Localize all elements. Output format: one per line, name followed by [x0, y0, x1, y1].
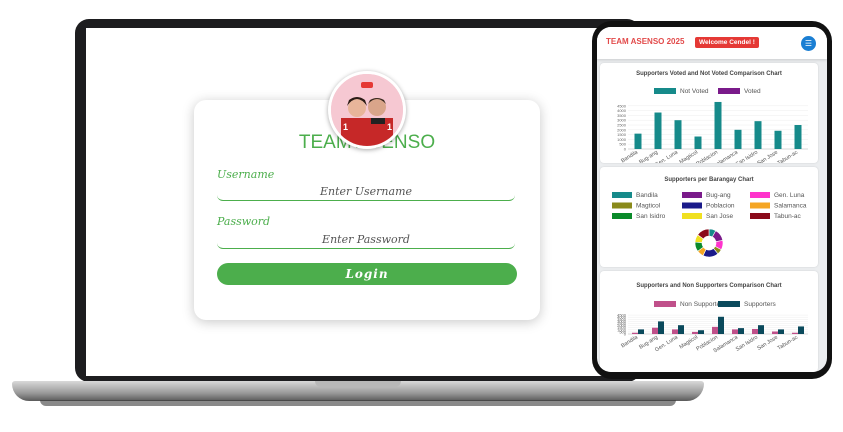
hamburger-icon[interactable]: ☰: [801, 36, 816, 51]
x-tick-label: Tabun-ac: [777, 334, 800, 351]
bar: [774, 130, 782, 149]
bar: [672, 329, 678, 334]
legend-swatch: [612, 213, 632, 219]
bar: [678, 325, 684, 334]
team-logo-avatar: 1 1: [328, 71, 406, 149]
x-tick-label: San Jose: [756, 150, 779, 163]
welcome-badge: Welcome Cendel !: [695, 37, 759, 48]
x-tick-label: Tabun-ac: [777, 149, 800, 163]
legend-swatch: [654, 88, 676, 94]
bar: [638, 329, 644, 334]
password-input[interactable]: [217, 230, 515, 249]
bar: [714, 101, 722, 149]
legend-label: Salamanca: [774, 203, 807, 210]
laptop-notch: [315, 381, 401, 387]
bar: [634, 133, 642, 149]
legend-swatch: [750, 213, 770, 219]
y-tick-label: 4500: [617, 103, 627, 108]
x-tick-label: San Isidro: [735, 150, 759, 163]
legend-label: Poblacion: [706, 203, 735, 210]
bar: [652, 327, 658, 334]
legend-label: Bug-ang: [706, 192, 731, 199]
bar: [698, 330, 704, 334]
username-label: Username: [217, 168, 275, 181]
y-tick-label: 4500: [617, 313, 627, 318]
username-input[interactable]: [217, 182, 515, 201]
candidates-photo-icon: 1 1: [331, 74, 403, 146]
legend-label: Bandila: [636, 192, 658, 199]
laptop-screen: TEAM ASENSO Username Password Login 1 1: [86, 28, 630, 376]
legend-label: Gen. Luna: [774, 192, 805, 199]
legend-swatch: [718, 301, 740, 307]
legend-label: San Jose: [706, 213, 733, 220]
bar: [772, 331, 778, 334]
bar: [658, 321, 664, 334]
svg-text:1: 1: [387, 122, 392, 132]
bar: [694, 136, 702, 149]
bar: [674, 120, 682, 149]
legend-swatch: [750, 202, 770, 209]
bar: [752, 328, 758, 334]
legend-swatch: [750, 192, 770, 198]
bar: [734, 129, 742, 149]
bar: [692, 331, 698, 334]
legend-label: Voted: [744, 88, 761, 95]
bar: [798, 326, 804, 334]
y-tick-label: 2000: [617, 127, 627, 132]
y-tick-label: 0: [624, 147, 627, 152]
x-tick-label: Gen. Luna: [654, 334, 680, 353]
y-tick-label: 2500: [617, 123, 627, 128]
bar: [794, 125, 802, 149]
svg-text:1: 1: [343, 122, 348, 132]
y-tick-label: 3000: [617, 118, 627, 123]
y-tick-label: 4000: [617, 108, 627, 113]
legend-swatch: [682, 192, 702, 198]
phone-screen: TEAM ASENSO 2025 Welcome Cendel ! ☰ Supp…: [597, 27, 827, 372]
bar: [732, 329, 738, 334]
x-tick-label: San Jose: [756, 335, 779, 352]
y-tick-label: 1500: [617, 132, 627, 137]
password-label: Password: [217, 215, 271, 228]
barangay-chart-card: Supporters per Barangay Chart Bandila Bug…: [600, 167, 818, 267]
legend-label: Supporters: [744, 301, 777, 308]
y-tick-label: 1000: [617, 137, 627, 142]
legend-swatch: [682, 202, 702, 209]
supporters-chart-card: Supporters and Non Supporters Comparison…: [600, 271, 818, 372]
bar: [792, 332, 798, 334]
barangay-doughnut-chart: Bandila Bug-ang Gen. Luna Magticol Poblacion…: [612, 192, 807, 258]
legend-swatch: [718, 88, 740, 94]
x-tick-label: Gen. Luna: [654, 149, 680, 163]
legend-swatch: [654, 301, 676, 307]
login-button[interactable]: Login: [217, 263, 517, 285]
legend-swatch: [612, 192, 632, 198]
laptop-foot-shadow: [40, 400, 676, 406]
legend-label: San Isidro: [636, 213, 666, 220]
x-tick-label: San Isidro: [735, 335, 759, 353]
x-tick-label: Poblacion: [695, 150, 719, 163]
bar: [778, 329, 784, 334]
bar: [718, 316, 724, 334]
legend-label: Tabun-ac: [774, 213, 801, 220]
legend-label: Not Voted: [680, 88, 709, 95]
voted-chart-card: Supporters Voted and Not Voted Compariso…: [600, 63, 818, 163]
brand-title: TEAM ASENSO 2025: [606, 37, 685, 46]
supporters-comparison-chart: Non Supporters Supporters0500100015002000…: [617, 301, 808, 354]
legend-swatch: [612, 202, 632, 209]
y-tick-label: 500: [619, 142, 626, 147]
legend-label: Magticol: [636, 203, 661, 210]
bar: [632, 332, 638, 334]
voted-comparison-chart: Not Voted Voted 05001000150020002500300035…: [617, 88, 808, 163]
legend-swatch: [682, 213, 702, 219]
bar: [712, 326, 718, 334]
bar: [654, 112, 662, 149]
y-tick-label: 3500: [617, 113, 627, 118]
bar: [754, 121, 762, 149]
bar: [738, 328, 744, 334]
phone-header: TEAM ASENSO 2025 Welcome Cendel ! ☰: [597, 27, 827, 59]
bar: [758, 325, 764, 334]
